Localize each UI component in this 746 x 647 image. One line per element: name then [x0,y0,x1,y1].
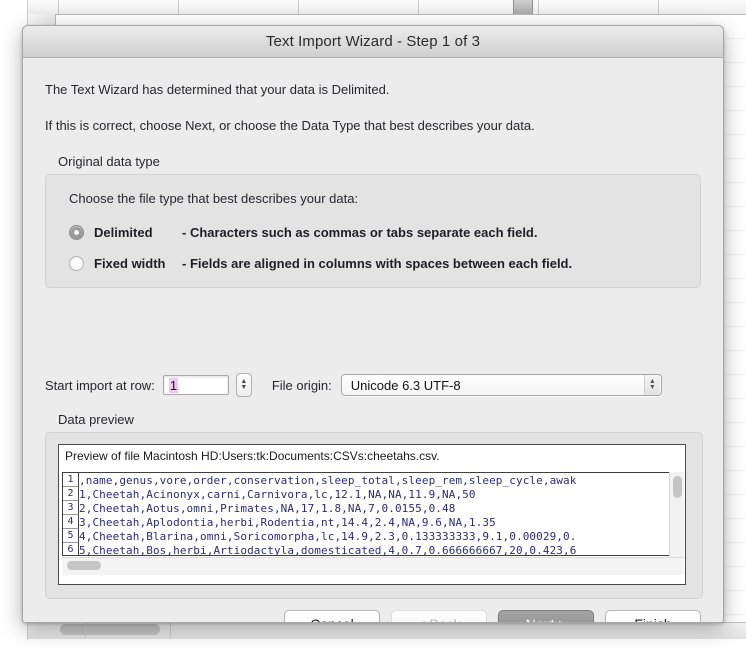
file-origin-label: File origin: [271,377,332,393]
dialog-body: The Text Wizard has determined that your… [23,82,723,622]
column-header-divider [418,0,419,14]
start-row-stepper[interactable]: ▲ ▼ [235,373,252,397]
file-origin-select[interactable]: Unicode 6.3 UTF-8 ▲ ▼ [340,374,662,396]
finish-button[interactable]: Finish [605,610,701,622]
data-preview-pane[interactable]: Preview of file Macintosh HD:Users:tk:Do… [58,444,686,585]
intro-line-1: The Text Wizard has determined that your… [45,82,390,97]
spreadsheet-hscroll-thumb[interactable] [60,624,160,635]
file-origin-value: Unicode 6.3 UTF-8 [350,377,461,393]
text-import-wizard-dialog: Text Import Wizard - Step 1 of 3 The Tex… [22,25,724,623]
preview-file-path: Preview of file Macintosh HD:Users:tk:Do… [65,449,440,463]
stepper-down-icon[interactable]: ▼ [240,384,247,391]
radio-option-fixed-width[interactable]: Fixed width - Fields are aligned in colu… [69,256,572,271]
start-row-input-value: 1 [168,377,179,393]
column-header-divider [658,0,659,14]
intro-line-2: If this is correct, choose Next, or choo… [45,118,535,133]
selected-column-marker[interactable] [513,0,533,14]
radio-delimited-label: Delimited [94,225,153,240]
bottom-bar-divider [170,622,171,638]
file-type-prompt: Choose the file type that best describes… [69,191,359,206]
table-row[interactable]: 5 4,Cheetah,Blarina,omni,Soricomorpha,lc… [63,529,670,543]
row-number: 5 [63,529,79,543]
back-button: < Back [391,610,487,622]
bottom-bar-divider [85,622,86,638]
dialog-titlebar[interactable]: Text Import Wizard - Step 1 of 3 [23,26,723,58]
table-row[interactable]: 3 2,Cheetah,Aotus,omni,Primates,NA,17,1.… [63,501,670,515]
row-text: 4,Cheetah,Blarina,omni,Soricomorpha,lc,1… [79,529,577,543]
dialog-button-bar: Cancel < Back Next > Finish [23,610,723,622]
radio-fixed-width-label: Fixed width [94,256,166,271]
start-import-at-row-label: Start import at row: [45,377,155,393]
radio-option-delimited[interactable]: Delimited - Characters such as commas or… [69,225,538,240]
row-text: ,name,genus,vore,order,conservation,slee… [79,473,577,487]
original-data-type-label: Original data type [58,154,160,169]
column-header-divider [298,0,299,14]
select-down-icon: ▼ [648,384,656,391]
radio-delimited-icon[interactable] [69,225,84,240]
row-text: 5,Cheetah,Bos,herbi,Artiodactyla,domesti… [79,543,577,556]
chevron-updown-icon[interactable]: ▲ ▼ [643,375,660,395]
table-row[interactable]: 1 ,name,genus,vore,order,conservation,sl… [63,473,670,487]
preview-horizontal-scrollbar[interactable] [62,557,684,575]
data-preview-group: Preview of file Macintosh HD:Users:tk:Do… [45,432,703,599]
start-row-input[interactable]: 1 [162,375,229,395]
table-row[interactable]: 2 1,Cheetah,Acinonyx,carni,Carnivora,lc,… [63,487,670,501]
import-options-row: Start import at row: 1 ▲ ▼ File origin: … [45,373,662,397]
next-button[interactable]: Next > [498,610,594,622]
row-number: 3 [63,501,79,515]
data-preview-label: Data preview [58,412,134,427]
dialog-title: Text Import Wizard - Step 1 of 3 [265,33,481,50]
row-text: 3,Cheetah,Aplodontia,herbi,Rodentia,nt,1… [79,515,496,529]
row-number: 4 [63,515,79,529]
radio-fixed-width-icon[interactable] [69,256,84,271]
radio-fixed-width-description: - Fields are aligned in columns with spa… [182,256,573,271]
column-header-divider [178,0,179,14]
preview-rows-grid[interactable]: 1 ,name,genus,vore,order,conservation,sl… [62,472,670,556]
cancel-button[interactable]: Cancel [284,610,380,622]
table-row[interactable]: 6 5,Cheetah,Bos,herbi,Artiodactyla,domes… [63,543,670,556]
row-number: 2 [63,487,79,501]
row-text: 2,Cheetah,Aotus,omni,Primates,NA,17,1.8,… [79,501,456,515]
radio-delimited-description: - Characters such as commas or tabs sepa… [182,225,538,240]
row-number: 6 [63,543,79,555]
table-row[interactable]: 4 3,Cheetah,Aplodontia,herbi,Rodentia,nt… [63,515,670,529]
row-text: 1,Cheetah,Acinonyx,carni,Carnivora,lc,12… [79,487,476,501]
original-data-type-group: Choose the file type that best describes… [45,174,701,288]
row-number: 1 [63,473,79,487]
column-header-divider [538,0,539,14]
preview-vscroll-thumb[interactable] [673,476,682,498]
preview-hscroll-thumb[interactable] [67,561,101,570]
spreadsheet-column-header[interactable] [28,0,746,15]
column-header-divider [58,0,59,14]
